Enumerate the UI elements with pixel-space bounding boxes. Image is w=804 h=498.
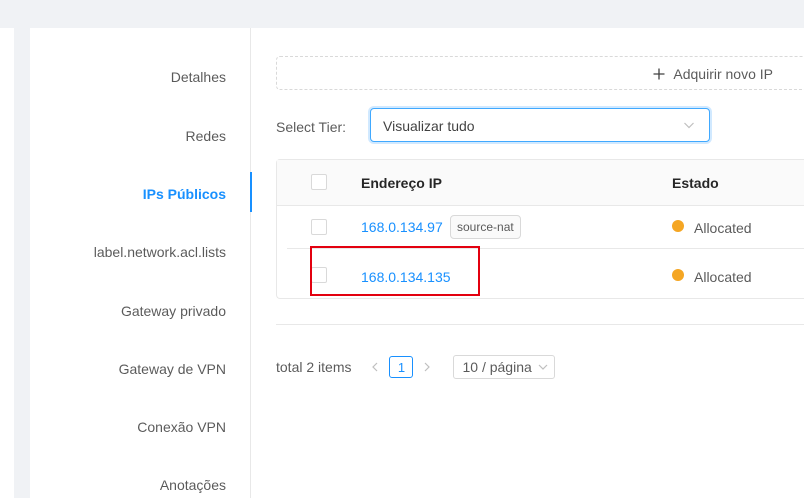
prev-page-button[interactable] — [363, 359, 387, 375]
page-size-value: 10 / página — [462, 359, 532, 375]
nav-item-vpn-connection[interactable]: Conexão VPN — [137, 419, 226, 435]
select-all-checkbox[interactable] — [311, 174, 327, 190]
chevron-down-icon — [684, 122, 694, 129]
header-state: Estado — [672, 175, 719, 191]
plus-icon — [653, 68, 665, 80]
left-panel-edge — [0, 28, 14, 498]
table-row: 168.0.134.97 source-nat Allocated — [287, 206, 804, 249]
status-dot-icon — [672, 220, 684, 232]
chevron-down-icon — [538, 364, 548, 370]
highlight-annotation-box — [310, 246, 480, 296]
nav-item-acl-lists[interactable]: label.network.acl.lists — [94, 244, 226, 260]
section-divider — [276, 324, 804, 325]
sidebar-nav: Detalhes Redes IPs Públicos label.networ… — [30, 28, 252, 498]
header-ip-address: Endereço IP — [361, 175, 442, 191]
acquire-ip-label: Adquirir novo IP — [673, 66, 773, 82]
nav-item-vpn-gateway[interactable]: Gateway de VPN — [119, 361, 226, 377]
acquire-ip-inner: Adquirir novo IP — [653, 66, 773, 82]
nav-item-detalhes[interactable]: Detalhes — [171, 69, 226, 85]
page-1-button[interactable]: 1 — [389, 356, 414, 378]
ip-address-link[interactable]: 168.0.134.97 — [361, 219, 443, 235]
chevron-right-icon — [425, 362, 431, 372]
acquire-ip-button[interactable]: Adquirir novo IP — [276, 56, 804, 90]
status-dot-icon — [672, 269, 684, 281]
next-page-button[interactable] — [415, 359, 439, 375]
page-size-select[interactable]: 10 / página — [453, 355, 555, 379]
status-text: Allocated — [694, 269, 752, 285]
nav-item-annotations[interactable]: Anotações — [160, 477, 226, 493]
nav-item-public-ips[interactable]: IPs Públicos — [143, 186, 226, 202]
active-tab-indicator — [250, 172, 252, 212]
source-nat-tag: source-nat — [450, 215, 521, 239]
nav-item-redes[interactable]: Redes — [186, 128, 226, 144]
total-items: total 2 items — [276, 359, 352, 375]
nav-item-private-gateway[interactable]: Gateway privado — [121, 303, 226, 319]
chevron-left-icon — [372, 362, 378, 372]
row-checkbox[interactable] — [311, 219, 327, 235]
tier-select[interactable]: Visualizar tudo — [370, 108, 710, 142]
select-tier-label: Select Tier: — [276, 119, 347, 135]
status-text: Allocated — [694, 220, 752, 236]
tier-select-value: Visualizar tudo — [383, 118, 475, 134]
table-header: Endereço IP Estado — [277, 160, 804, 206]
pagination: total 2 items 1 10 / página — [276, 353, 555, 381]
